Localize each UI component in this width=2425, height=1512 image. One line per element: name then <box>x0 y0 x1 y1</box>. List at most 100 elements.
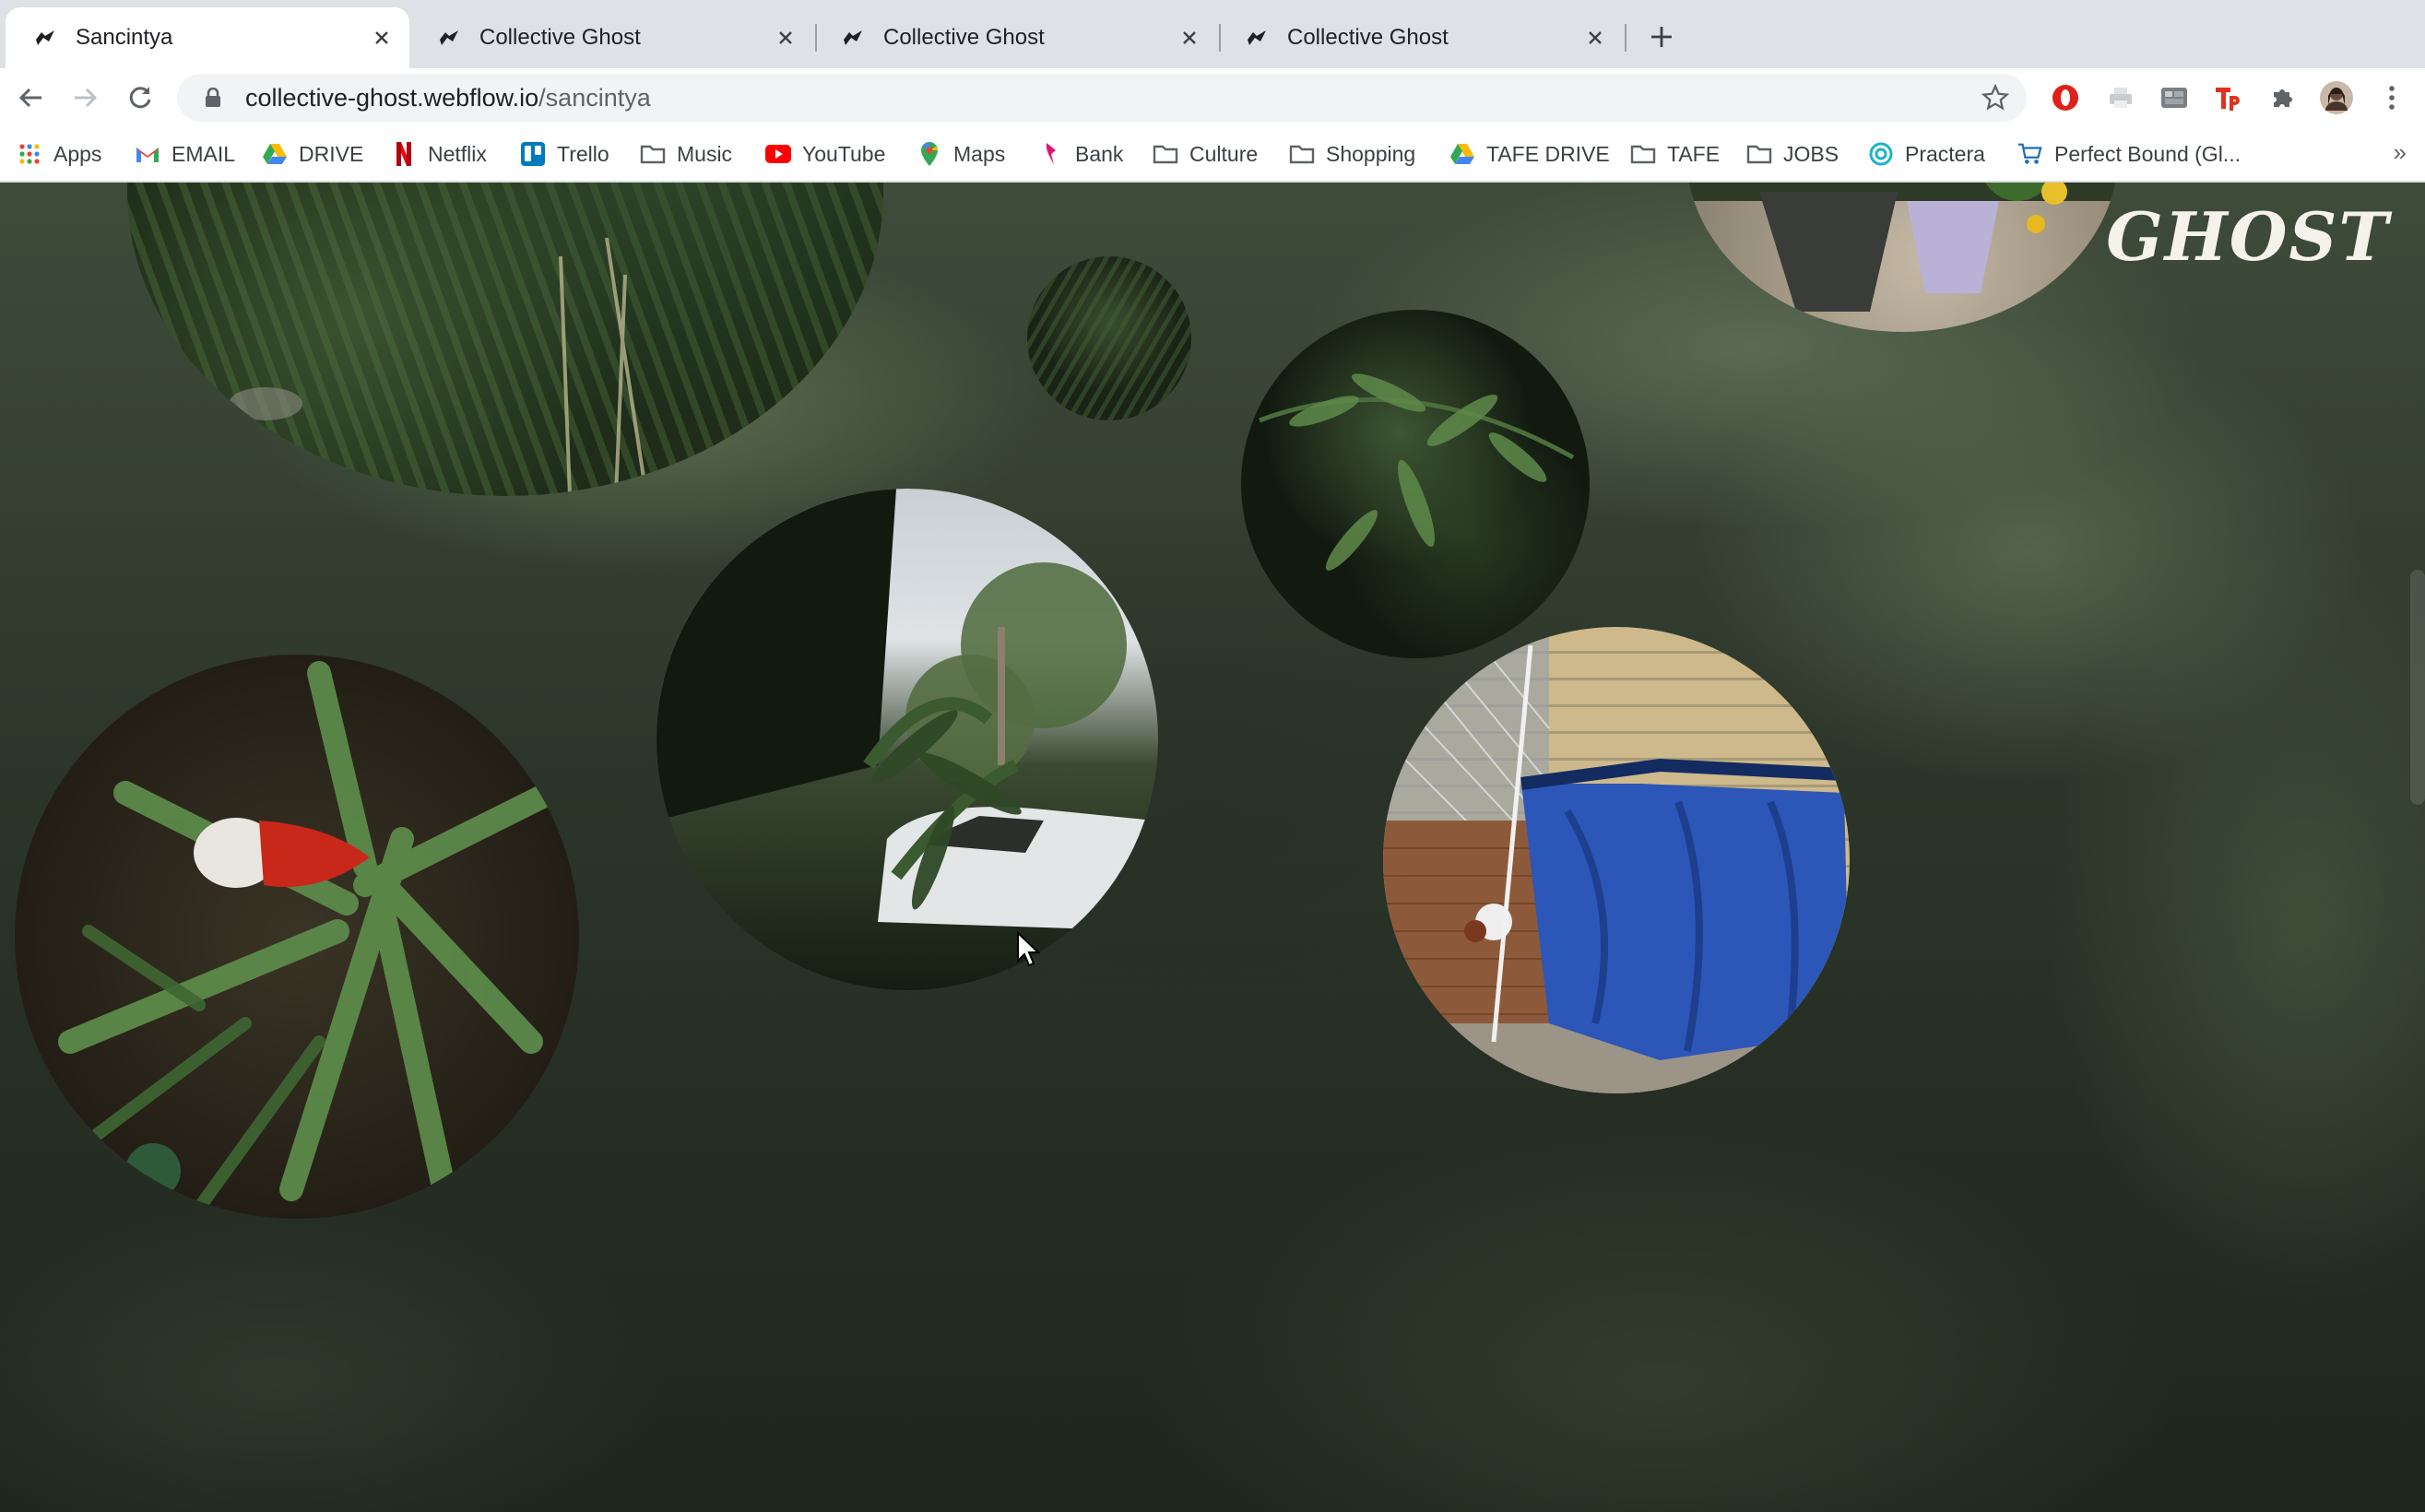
webflow-favicon-icon <box>437 26 461 50</box>
practera-icon <box>1868 141 1894 167</box>
bookmark-label: Trello <box>557 141 609 166</box>
photo-small-foliage[interactable] <box>1027 256 1191 420</box>
bookmark-jobs[interactable]: JOBS <box>1746 136 1839 171</box>
tab-title: Sancintya <box>76 25 173 50</box>
photo-trees-white-car[interactable] <box>657 489 1158 990</box>
bookmark-drive[interactable]: DRIVE <box>262 136 363 171</box>
arrow-left-icon <box>18 88 41 108</box>
bookmark-star-icon[interactable] <box>1979 81 2012 114</box>
url-path: /sancintya <box>538 83 651 112</box>
close-icon[interactable] <box>771 23 800 53</box>
bookmark-trello[interactable]: Trello <box>520 136 609 171</box>
bookmark-label: EMAIL <box>172 141 236 166</box>
reload-button[interactable] <box>122 79 159 116</box>
bookmark-tafe-drive[interactable]: TAFE DRIVE <box>1449 136 1610 171</box>
bookmark-culture[interactable]: Culture <box>1153 136 1258 171</box>
drive-icon <box>1449 141 1475 167</box>
page-viewport: GHOST <box>0 183 2425 1512</box>
bookmark-netflix[interactable]: Netflix <box>391 136 487 171</box>
bookmark-label: Apps <box>53 141 102 166</box>
trello-icon <box>520 141 546 167</box>
photo-potted-plants[interactable] <box>1686 183 2119 332</box>
bookmark-label: Maps <box>953 141 1006 166</box>
tab-collective-ghost-2[interactable]: Collective Ghost <box>813 7 1217 68</box>
folder-icon <box>1746 141 1772 167</box>
bookmark-label: Bank <box>1075 141 1124 166</box>
puzzle-extensions-icon[interactable] <box>2266 81 2300 114</box>
bookmark-label: TAFE DRIVE <box>1486 141 1610 166</box>
tab-title: Collective Ghost <box>883 25 1045 50</box>
close-icon[interactable] <box>367 23 396 53</box>
bookmark-label: Practera <box>1905 141 1985 166</box>
bookmarks-overflow-button[interactable]: » <box>2394 138 2407 167</box>
opera-extension-icon[interactable] <box>2049 81 2082 114</box>
bookmark-youtube[interactable]: YouTube <box>765 136 885 171</box>
folder-icon <box>1153 141 1178 167</box>
webflow-favicon-icon <box>33 26 57 50</box>
lock-icon <box>205 87 223 109</box>
tab-title: Collective Ghost <box>479 25 641 50</box>
bookmark-shopping[interactable]: Shopping <box>1289 136 1415 171</box>
new-tab-button[interactable] <box>1645 20 1678 53</box>
maps-icon <box>917 141 942 167</box>
bookmark-label: TAFE <box>1667 141 1721 166</box>
tab-sancintya[interactable]: Sancintya <box>6 7 409 68</box>
bookmark-label: JOBS <box>1783 141 1839 166</box>
tab-collective-ghost-3[interactable]: Collective Ghost <box>1217 7 1623 68</box>
youtube-icon <box>765 141 791 167</box>
back-button[interactable] <box>13 79 50 116</box>
bookmark-email[interactable]: EMAIL <box>135 136 235 171</box>
url-text: collective-ghost.webflow.io/sancintya <box>245 84 651 112</box>
bookmark-tafe[interactable]: TAFE <box>1630 136 1720 171</box>
bookmarks-bar: Apps EMAIL DRIVE Netflix Trello Music Yo… <box>0 127 2425 183</box>
apps-grid-icon <box>17 141 42 167</box>
tp-extension-icon[interactable] <box>2211 81 2244 114</box>
cart-icon <box>2017 141 2043 167</box>
browser-toolbar: collective-ghost.webflow.io/sancintya <box>0 68 2425 127</box>
profile-avatar[interactable] <box>2320 81 2353 114</box>
address-bar[interactable]: collective-ghost.webflow.io/sancintya <box>177 74 2027 122</box>
bookmark-label: DRIVE <box>299 141 364 166</box>
bookmark-label: Perfect Bound (Gl... <box>2054 141 2241 166</box>
forward-button[interactable] <box>66 79 103 116</box>
netflix-icon <box>391 141 417 167</box>
tab-collective-ghost-1[interactable]: Collective Ghost <box>409 7 813 68</box>
bank-icon <box>1038 141 1064 167</box>
drive-icon <box>262 141 288 167</box>
tab-title: Collective Ghost <box>1287 25 1449 50</box>
bookmark-maps[interactable]: Maps <box>917 136 1005 171</box>
tab-separator <box>1625 24 1627 52</box>
bookmark-apps[interactable]: Apps <box>17 136 101 171</box>
page-scrollbar[interactable] <box>2410 570 2425 805</box>
bookmark-practera[interactable]: Practera <box>1868 136 1985 171</box>
photo-dark-garden[interactable] <box>127 183 883 496</box>
kebab-menu-icon[interactable] <box>2375 81 2408 114</box>
webflow-favicon-icon <box>841 26 865 50</box>
site-logo[interactable]: GHOST <box>2106 197 2390 276</box>
printer-extension-icon[interactable] <box>2104 81 2137 114</box>
bookmark-label: Netflix <box>428 141 487 166</box>
photo-garden-ornament[interactable] <box>15 655 579 1219</box>
reload-icon <box>129 87 151 109</box>
arrow-right-icon <box>75 88 98 108</box>
tab-strip: Sancintya Collective Ghost Collective Gh… <box>0 0 2425 68</box>
bookmark-label: YouTube <box>802 141 886 166</box>
folder-icon <box>1289 141 1315 167</box>
close-icon[interactable] <box>1175 23 1204 53</box>
webflow-favicon-icon <box>1245 26 1269 50</box>
bookmark-perfect-bound[interactable]: Perfect Bound (Gl... <box>2017 136 2241 171</box>
photo-leafy-branches[interactable] <box>1241 310 1590 658</box>
photo-blue-tarp[interactable] <box>1383 627 1850 1093</box>
gmail-icon <box>135 141 160 167</box>
bookmark-label: Shopping <box>1326 141 1416 166</box>
bookmark-label: Music <box>677 141 733 166</box>
close-icon[interactable] <box>1580 23 1610 53</box>
url-host: collective-ghost.webflow.io <box>245 83 539 112</box>
bookmark-label: Culture <box>1189 141 1259 166</box>
bookmark-bank[interactable]: Bank <box>1038 136 1123 171</box>
gallery-extension-icon[interactable] <box>2158 81 2191 114</box>
mouse-pointer-icon <box>1017 931 1040 967</box>
bookmark-music[interactable]: Music <box>640 136 732 171</box>
plus-icon <box>1651 27 1672 47</box>
folder-icon <box>1630 141 1656 167</box>
